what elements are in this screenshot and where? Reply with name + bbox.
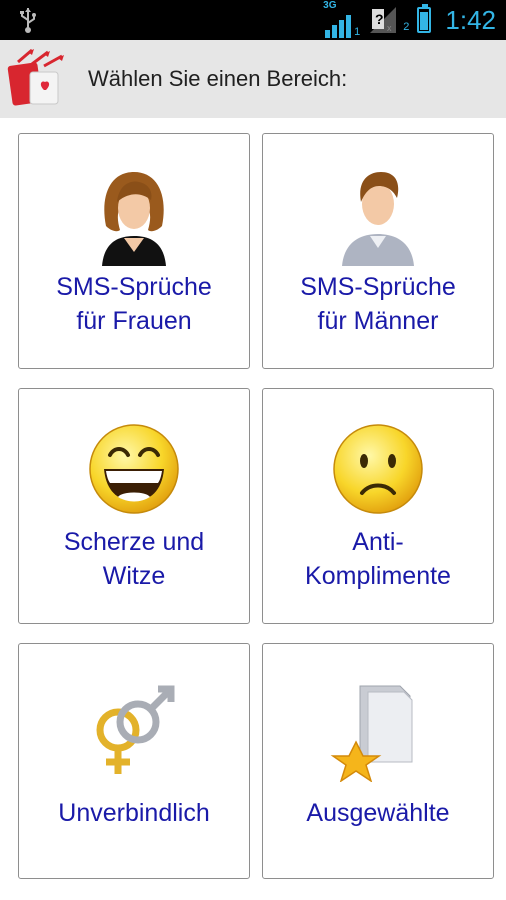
sim2-label: 2 bbox=[403, 21, 410, 33]
header-title: Wählen Sie einen Bereich: bbox=[88, 66, 348, 91]
tile-anti-komplimente[interactable]: Anti- Komplimente bbox=[262, 388, 494, 624]
tile-label: Unverbindlich bbox=[58, 799, 210, 827]
tile-label: Scherze und Witze bbox=[63, 528, 205, 590]
signal-sim2-icon: ? x 2 bbox=[368, 7, 409, 33]
status-indicators: 3G 1 ? x 2 1:42 bbox=[323, 0, 496, 40]
tile-label: Ausgewählte bbox=[306, 799, 450, 827]
usb-icon bbox=[20, 8, 36, 33]
woman-avatar-icon bbox=[102, 172, 166, 266]
tile-label: SMS-Sprüche für Frauen bbox=[56, 273, 212, 335]
battery-icon bbox=[417, 4, 432, 33]
status-bar: 3G 1 ? x 2 1:42 bbox=[0, 0, 506, 40]
man-avatar-icon bbox=[342, 172, 414, 266]
tile-sms-frauen[interactable]: SMS-Sprüche für Frauen bbox=[18, 133, 250, 369]
app-logo-icon bbox=[7, 48, 64, 106]
tile-ausgewaehlte[interactable]: Ausgewählte bbox=[262, 643, 494, 879]
tile-label: Anti- Komplimente bbox=[305, 528, 451, 590]
sim1-label: 1 bbox=[354, 26, 361, 38]
category-grid: SMS-Sprüche für Frauen SMS-Sprüche für M… bbox=[0, 118, 506, 900]
svg-text:x: x bbox=[387, 23, 392, 33]
tile-sms-maenner[interactable]: SMS-Sprüche für Männer bbox=[262, 133, 494, 369]
tile-label: SMS-Sprüche für Männer bbox=[300, 273, 456, 335]
tile-unverbindlich[interactable]: Unverbindlich bbox=[18, 643, 250, 879]
star-folder-icon bbox=[330, 685, 413, 782]
tile-scherze-witze[interactable]: Scherze und Witze bbox=[18, 388, 250, 624]
sad-smiley-icon bbox=[333, 424, 423, 514]
svg-text:?: ? bbox=[375, 11, 384, 27]
clock: 1:42 bbox=[445, 4, 496, 35]
gender-symbols-icon bbox=[96, 685, 175, 774]
signal-sim1-icon: 3G 1 bbox=[323, 0, 361, 38]
laughing-smiley-icon bbox=[89, 424, 179, 514]
network-type-label: 3G bbox=[323, 0, 337, 11]
app-header: Wählen Sie einen Bereich: bbox=[0, 40, 506, 118]
